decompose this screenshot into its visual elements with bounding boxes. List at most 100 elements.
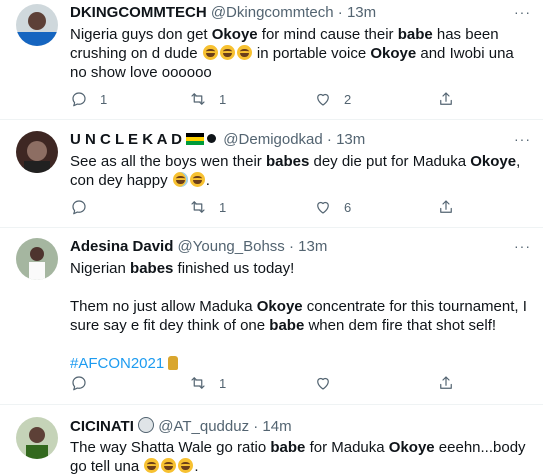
timestamp[interactable]: 14m [262,418,291,435]
author-name[interactable]: U N C L E K A D [70,131,182,148]
reply-icon [72,376,86,391]
tweet-actions: 1 [70,374,529,394]
like-icon [317,377,329,390]
more-icon[interactable]: ··· [514,131,531,147]
retweet-count: 1 [219,375,227,391]
highlight-keyword: babe [269,317,305,334]
retweet-icon [191,377,205,389]
like-button[interactable]: 6 [314,198,351,216]
tweet-header: DKINGCOMMTECH @Dkingcommtech · 13m [70,4,529,24]
retweet-button[interactable]: 1 [189,198,226,216]
like-icon [317,93,329,106]
tweet-header: U N C L E K A D @Demigodkad · 13m [70,131,529,151]
separator: · [337,4,343,21]
text-segment: dey die put for Maduka [309,153,471,170]
highlight-keyword: Okoye [211,26,258,43]
highlight-keyword: Okoye [256,298,303,315]
timestamp[interactable]: 13m [336,131,365,148]
tweet[interactable]: DKINGCOMMTECH @Dkingcommtech · 13m Niger… [0,0,543,120]
text-segment: Nigerian [70,260,131,277]
retweet-icon [191,201,205,213]
tweet-header: Adesina David @Young_Bohss · 13m [70,238,529,258]
timestamp[interactable]: 13m [347,4,376,21]
reply-button[interactable]: 1 [70,90,107,108]
highlight-keyword: babe [270,439,306,456]
share-icon [440,200,452,213]
timestamp[interactable]: 13m [298,238,327,255]
tweet-feed: DKINGCOMMTECH @Dkingcommtech · 13m Niger… [0,0,543,476]
tweet-text: Nigerian babes finished us today! [70,259,529,278]
author-name[interactable]: DKINGCOMMTECH [70,4,207,21]
text-segment: when dem fire that shot self! [304,317,497,334]
text-segment: for Maduka [305,439,389,456]
avatar[interactable] [16,238,58,280]
author-name[interactable]: Adesina David [70,238,173,255]
tweet[interactable]: Adesina David @Young_Bohss · 13m Nigeria… [0,228,543,405]
text-segment: in portable voice [252,45,371,62]
like-button[interactable] [314,374,332,392]
rofl-emoji-icon [144,458,160,473]
avatar[interactable] [16,417,58,459]
text-segment: finished us today! [173,260,295,277]
share-button[interactable] [437,90,455,108]
reply-button[interactable] [70,198,88,216]
laughing-emoji-icon [161,458,177,473]
retweet-button[interactable]: 1 [189,90,226,108]
highlight-keyword: babes [130,260,174,277]
laughing-emoji-icon [178,458,194,473]
author-handle[interactable]: @AT_qudduz [158,418,249,435]
tweet-actions: 1 1 2 [70,90,529,110]
text-segment: Nigeria guys don get [70,26,212,43]
retweet-button[interactable]: 1 [189,374,226,392]
laughing-emoji-icon [219,45,235,60]
text-segment: Them no just allow Maduka [70,298,257,315]
like-button[interactable]: 2 [314,90,351,108]
laughing-emoji-icon [202,45,218,60]
separator: · [253,418,259,435]
tweet-header: CICINATI @AT_qudduz · 14m [70,417,529,437]
hashtag-line: #AFCON2021 [70,354,529,373]
black-circle-icon [207,134,217,143]
like-icon [317,201,329,214]
avatar[interactable] [16,4,58,46]
tweet-text: See as all the boys wen their babes dey … [70,153,525,189]
separator: · [288,238,294,255]
text-segment: See as all the boys wen their [70,153,266,170]
retweet-count: 1 [219,91,227,107]
share-button[interactable] [437,374,455,392]
highlight-keyword: Okoye [388,439,435,456]
share-icon [440,92,452,105]
tweet[interactable]: U N C L E K A D @Demigodkad · 13m See as… [0,120,543,228]
reply-icon [72,200,86,215]
more-icon[interactable]: ··· [514,4,531,20]
like-count: 2 [344,91,352,107]
highlight-keyword: babes [265,153,310,170]
grinning-sweat-emoji-icon [172,172,188,187]
reply-count: 1 [100,91,108,107]
reply-button[interactable] [70,374,88,392]
author-handle[interactable]: @Demigodkad [223,131,322,148]
laughing-emoji-icon [236,45,252,60]
highlight-keyword: Okoye [470,153,517,170]
highlight-keyword: Okoye [370,45,417,62]
reply-icon [72,92,86,107]
hashtag-link[interactable]: #AFCON2021 [70,355,164,372]
jamaica-flag-icon [186,133,205,145]
author-handle[interactable]: @Young_Bohss [178,238,285,255]
tweet[interactable]: CICINATI @AT_qudduz · 14m The way Shatta… [0,405,543,476]
laughing-emoji-icon [189,172,205,187]
tweet-text: The way Shatta Wale go ratio babe for Ma… [70,439,530,475]
more-icon[interactable]: ··· [514,238,531,254]
face-emoji-icon [138,417,155,433]
tweet-text-paragraph: Them no just allow Maduka Okoye concentr… [70,297,529,335]
like-count: 6 [344,199,352,215]
author-handle[interactable]: @Dkingcommtech [211,4,334,21]
author-name[interactable]: CICINATI [70,418,134,435]
retweet-icon [191,93,205,105]
tweet-actions: 1 6 [70,198,529,218]
highlight-keyword: babe [397,26,433,43]
avatar[interactable] [16,131,58,173]
share-icon [440,376,452,389]
share-button[interactable] [437,198,455,216]
separator: · [326,131,332,148]
